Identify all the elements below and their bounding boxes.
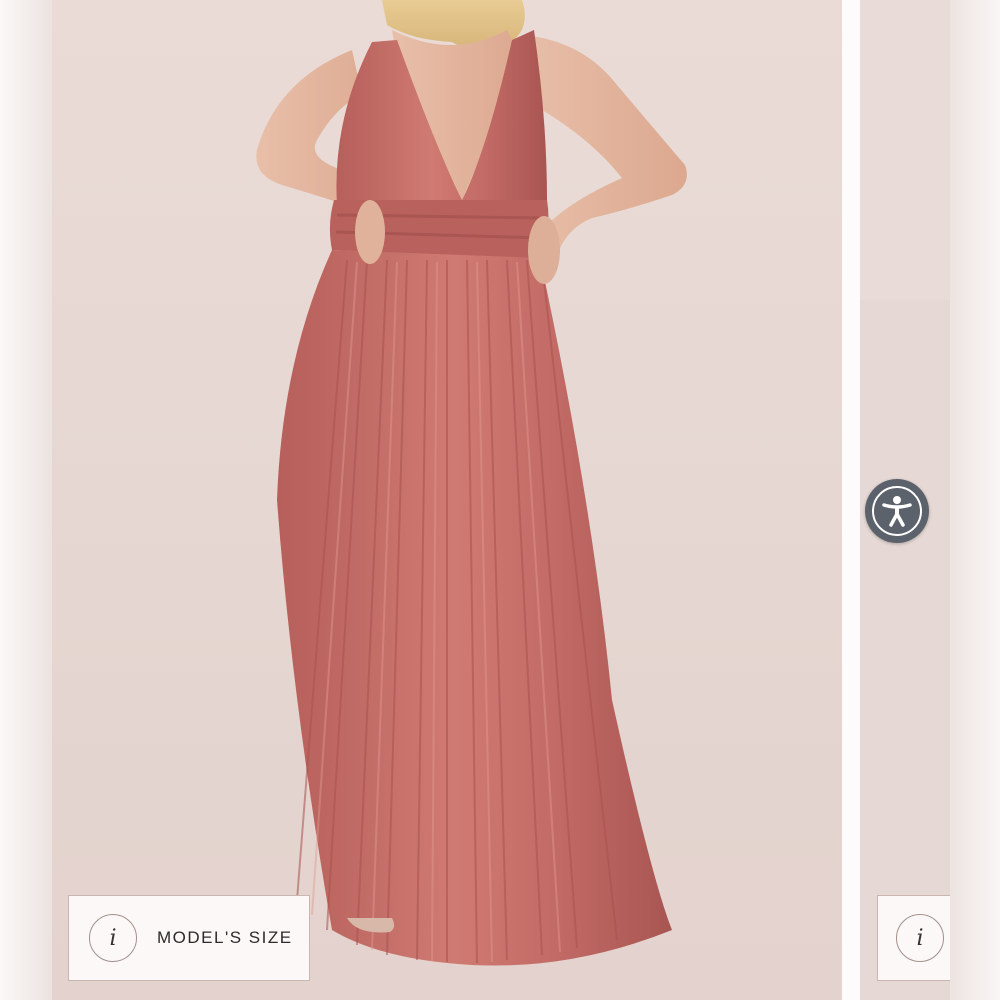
- dress-photo: [256, 0, 687, 966]
- next-model-size-button[interactable]: i: [877, 895, 950, 981]
- model-size-label: MODEL'S SIZE: [157, 928, 293, 947]
- info-icon: i: [896, 914, 944, 962]
- accessibility-icon: [872, 486, 922, 536]
- next-image-edge: [950, 0, 1000, 1000]
- gallery-gap: [842, 0, 860, 1000]
- accessibility-button[interactable]: [865, 479, 929, 543]
- info-icon: i: [89, 914, 137, 962]
- previous-image-edge: [0, 0, 52, 1000]
- product-image-main[interactable]: i MODEL'S SIZE: [52, 0, 842, 1000]
- model-size-button[interactable]: i MODEL'S SIZE: [68, 895, 310, 981]
